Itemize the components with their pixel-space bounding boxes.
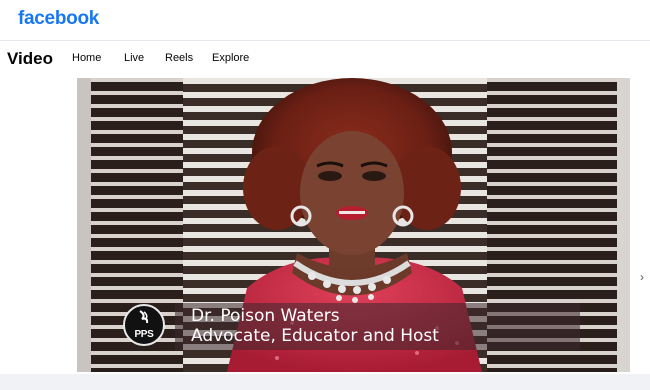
pps-logo-badge: PPS [123, 304, 165, 346]
facebook-logo[interactable]: facebook [18, 8, 99, 30]
nav-tab-home[interactable]: Home [72, 52, 101, 64]
page-title: Video [7, 49, 53, 68]
speaker-name: Dr. Poison Waters [191, 306, 340, 326]
bottom-strip [0, 374, 650, 390]
main-content: Dr. Poison Waters Advocate, Educator and… [0, 78, 650, 374]
pps-logo-text: PPS [134, 329, 154, 340]
video-nav-bar: Video Home Live Reels Explore [0, 41, 650, 77]
nav-tab-live[interactable]: Live [124, 52, 144, 64]
top-bar: facebook [0, 0, 650, 41]
video-player[interactable]: Dr. Poison Waters Advocate, Educator and… [77, 78, 630, 372]
nav-tab-reels[interactable]: Reels [165, 52, 193, 64]
chevron-right-icon[interactable]: › [640, 270, 644, 284]
flame-icon [139, 310, 149, 324]
speaker-role: Advocate, Educator and Host [191, 326, 439, 346]
nav-tab-explore[interactable]: Explore [212, 52, 249, 64]
